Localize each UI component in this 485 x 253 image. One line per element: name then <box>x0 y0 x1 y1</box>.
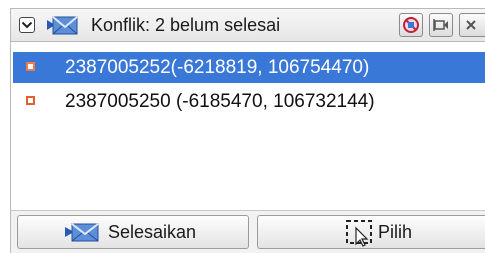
select-button[interactable]: Pilih <box>257 215 485 249</box>
selection-cursor-icon <box>344 218 376 253</box>
dock-icon[interactable] <box>429 13 453 37</box>
select-button-label: Pilih <box>378 222 413 242</box>
resolve-button[interactable]: Selesaikan <box>17 215 249 249</box>
cancel-icon[interactable] <box>399 13 423 37</box>
node-icon <box>26 96 35 105</box>
list-item[interactable]: 2387005252(-6218819, 106754470) <box>13 52 485 83</box>
node-icon <box>26 62 35 71</box>
conflict-panel: Konflik: 2 belum selesai 2387005252(-621… <box>0 0 485 253</box>
conflict-list: 2387005252(-6218819, 106754470) 23870052… <box>10 42 485 210</box>
close-icon[interactable] <box>459 13 485 37</box>
list-item[interactable]: 2387005250 (-6185470, 106732144) <box>13 86 485 117</box>
resolve-button-label: Selesaikan <box>108 222 197 242</box>
envelope-conflict-icon <box>64 221 100 248</box>
envelope-conflict-icon <box>45 14 79 36</box>
list-item-label: 2387005252(-6218819, 106754470) <box>65 57 370 78</box>
collapse-toggle-icon[interactable] <box>19 17 35 33</box>
action-bar: Selesaikan Pilih <box>10 210 485 253</box>
panel-title: Konflik: 2 belum selesai <box>91 15 281 35</box>
list-item-label: 2387005250 (-6185470, 106732144) <box>65 91 375 112</box>
panel-titlebar: Konflik: 2 belum selesai <box>10 8 485 42</box>
